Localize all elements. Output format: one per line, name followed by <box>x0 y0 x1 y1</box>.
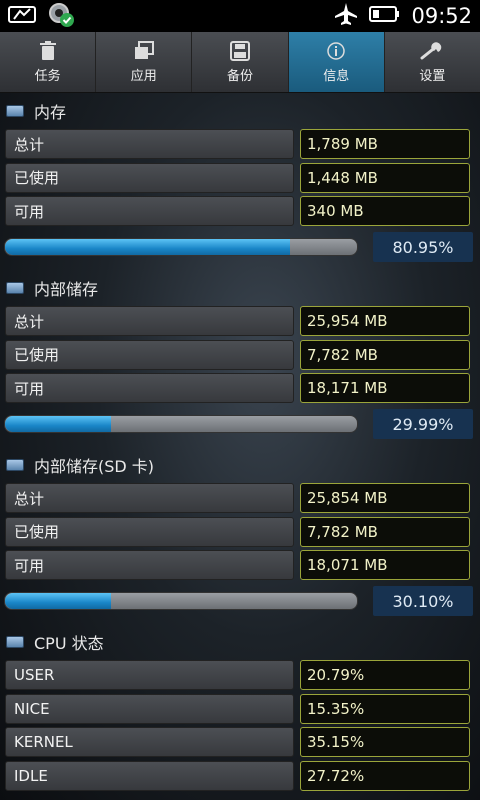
stat-label: KERNEL <box>5 727 294 757</box>
usage-percent: 29.99% <box>373 409 473 439</box>
usage-progress-bar <box>4 238 358 256</box>
usage-progress-bar <box>4 592 358 610</box>
tab-label: 任务 <box>34 68 61 84</box>
trash-icon <box>39 40 57 61</box>
stat-label: 已使用 <box>5 339 294 370</box>
tab-bar: 任务 应用 备份 信息 设置 <box>0 32 480 93</box>
tab-tasks[interactable]: 任务 <box>0 32 97 92</box>
cpu-icon <box>6 636 24 648</box>
tab-label: 信息 <box>323 68 350 84</box>
stat-value: 18,171 MB <box>300 373 470 403</box>
stat-label: NICE <box>5 693 294 724</box>
stat-value: 7,782 MB <box>300 339 470 370</box>
section-header: 内部储存(SD 卡) <box>0 447 480 483</box>
usage-progress-row: 29.99% <box>0 407 480 441</box>
stat-label: 可用 <box>5 550 294 580</box>
stat-row: 可用 18,171 MB <box>0 373 480 403</box>
usage-progress-row: 80.95% <box>0 230 480 264</box>
info-content: 内存 总计 1,789 MB 已使用 1,448 MB 可用 340 MB 80… <box>0 93 480 794</box>
stat-row: 总计 1,789 MB <box>0 129 480 159</box>
stat-value: 7,782 MB <box>300 516 470 547</box>
stat-value: 35.15% <box>300 727 470 757</box>
stat-row: 已使用 7,782 MB <box>0 339 480 370</box>
apps-icon <box>134 40 154 61</box>
tab-backup[interactable]: 备份 <box>192 32 289 92</box>
usage-progress-fill <box>5 593 111 609</box>
airplane-icon <box>333 2 359 30</box>
tab-label: 备份 <box>227 68 254 84</box>
stat-row: 已使用 7,782 MB <box>0 516 480 547</box>
stat-row: 可用 18,071 MB <box>0 550 480 580</box>
stat-label: IDLE <box>5 760 294 791</box>
gear-check-icon <box>46 0 76 32</box>
clock: 09:52 <box>411 4 472 28</box>
stat-value: 1,448 MB <box>300 162 470 193</box>
stat-value: 15.35% <box>300 693 470 724</box>
stat-label: 已使用 <box>5 162 294 193</box>
section-header: 内存 <box>0 93 480 129</box>
stat-row: 可用 340 MB <box>0 196 480 226</box>
usage-percent: 80.95% <box>373 232 473 262</box>
stat-value: 18,071 MB <box>300 550 470 580</box>
stat-value: 27.72% <box>300 760 470 791</box>
usage-progress-bar <box>4 415 358 433</box>
info-icon <box>326 41 346 61</box>
stat-row: 已使用 1,448 MB <box>0 162 480 193</box>
usage-progress-fill <box>5 416 111 432</box>
stat-label: USER <box>5 660 294 690</box>
tab-label: 设置 <box>419 68 446 84</box>
usage-progress-row: 30.10% <box>0 584 480 618</box>
stat-label: 可用 <box>5 196 294 226</box>
tab-settings[interactable]: 设置 <box>385 32 480 92</box>
save-icon <box>230 40 250 61</box>
section-header: 内部储存 <box>0 270 480 306</box>
stat-row: NICE 15.35% <box>0 693 480 724</box>
memory-icon <box>6 105 24 117</box>
stat-value: 1,789 MB <box>300 129 470 159</box>
stat-label: 总计 <box>5 129 294 159</box>
tab-label: 应用 <box>130 68 157 84</box>
tab-info[interactable]: 信息 <box>288 32 385 92</box>
internal-storage-section: 内部储存 总计 25,954 MB 已使用 7,782 MB 可用 18,171… <box>0 270 480 441</box>
stat-value: 25,854 MB <box>300 483 470 513</box>
sd-card-icon <box>6 459 24 471</box>
stat-value: 340 MB <box>300 196 470 226</box>
stat-row: IDLE 27.72% <box>0 760 480 791</box>
section-title: 内部储存 <box>34 280 99 299</box>
usage-progress-fill <box>5 239 290 255</box>
card-icon <box>8 4 38 28</box>
stat-row: KERNEL 35.15% <box>0 727 480 757</box>
battery-icon <box>369 5 401 27</box>
stat-row: USER 20.79% <box>0 660 480 690</box>
wrench-icon <box>420 41 444 61</box>
section-title: 内部储存(SD 卡) <box>34 457 155 476</box>
section-title: 内存 <box>34 103 67 122</box>
section-title: CPU 状态 <box>34 634 104 653</box>
stat-label: 已使用 <box>5 516 294 547</box>
stat-value: 20.79% <box>300 660 470 690</box>
stat-row: 总计 25,954 MB <box>0 306 480 336</box>
status-bar: 09:52 <box>0 0 480 32</box>
stat-label: 可用 <box>5 373 294 403</box>
stat-row: 总计 25,854 MB <box>0 483 480 513</box>
tab-apps[interactable]: 应用 <box>96 32 193 92</box>
storage-icon <box>6 282 24 294</box>
sd-storage-section: 内部储存(SD 卡) 总计 25,854 MB 已使用 7,782 MB 可用 … <box>0 447 480 618</box>
memory-section: 内存 总计 1,789 MB 已使用 1,448 MB 可用 340 MB 80… <box>0 93 480 264</box>
stat-value: 25,954 MB <box>300 306 470 336</box>
stat-label: 总计 <box>5 306 294 336</box>
stat-label: 总计 <box>5 483 294 513</box>
cpu-section: CPU 状态 USER 20.79% NICE 15.35% KERNEL 35… <box>0 624 480 791</box>
usage-percent: 30.10% <box>373 586 473 616</box>
section-header: CPU 状态 <box>0 624 480 660</box>
